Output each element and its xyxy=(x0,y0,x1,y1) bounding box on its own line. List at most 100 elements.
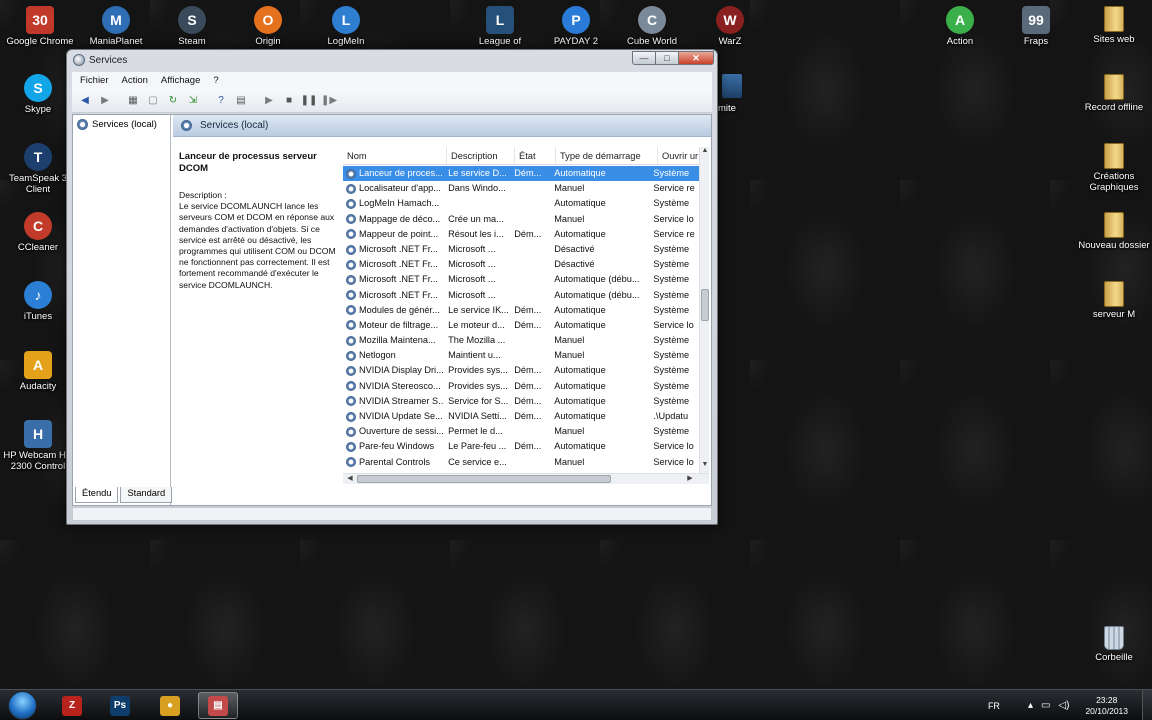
desktop-icon-ccleaner[interactable]: C CCleaner xyxy=(0,212,76,253)
desktop-icon-hp-webcam-hd-2300-control[interactable]: H HP Webcam HD 2300 Control xyxy=(0,420,76,472)
recycle-bin[interactable]: Corbeille xyxy=(1076,626,1152,663)
tab-etendu[interactable]: Étendu xyxy=(75,487,119,503)
scroll-down-icon[interactable]: ▼ xyxy=(700,461,709,471)
service-name: Microsoft .NET Fr... xyxy=(359,259,438,270)
table-row[interactable]: Mappeur de point... Résout les i... Dém...… xyxy=(343,227,699,242)
maximize-button[interactable]: □ xyxy=(655,51,679,65)
refresh-icon[interactable]: ↻ xyxy=(164,92,182,110)
taskbar-app-filezilla[interactable]: Z xyxy=(52,692,92,719)
desktop-icon-skype[interactable]: S Skype xyxy=(0,74,76,115)
cell-start: Automatique xyxy=(554,395,606,406)
scroll-right-icon[interactable]: ▶ xyxy=(685,474,695,484)
table-row[interactable]: Microsoft .NET Fr... Microsoft ... Automat… xyxy=(343,272,699,287)
table-row[interactable]: Moteur de filtrage... Le moteur d... Dém..… xyxy=(343,318,699,333)
forward-icon[interactable]: ▶ xyxy=(96,92,114,110)
vertical-scroll-thumb[interactable] xyxy=(701,289,709,321)
close-button[interactable]: ✕ xyxy=(678,51,714,65)
clock[interactable]: 23:28 20/10/2013 xyxy=(1085,695,1128,717)
desktop-icon-google-chrome[interactable]: 30 Google Chrome xyxy=(2,6,78,47)
column-header-name[interactable]: Nom xyxy=(343,147,447,164)
table-row[interactable]: Microsoft .NET Fr... Microsoft ... Automat… xyxy=(343,288,699,303)
desktop-icon-warz[interactable]: W WarZ xyxy=(692,6,768,47)
help-icon[interactable]: ? xyxy=(212,92,230,110)
table-row[interactable]: LogMeIn Hamach... Automatique Système xyxy=(343,196,699,211)
desktop-folder-record-offline[interactable]: Record offline xyxy=(1076,74,1152,113)
network-icon[interactable]: ▭ xyxy=(1041,700,1050,711)
desktop-icon-maniaplanet[interactable]: M ManiaPlanet xyxy=(78,6,154,47)
menu-affichage[interactable]: Affichage xyxy=(161,75,200,86)
desktop-icon-logmein[interactable]: L LogMeIn xyxy=(308,6,384,47)
stop-icon[interactable]: ■ xyxy=(280,92,298,110)
table-row[interactable]: Microsoft .NET Fr... Microsoft ... Désacti… xyxy=(343,257,699,272)
table-row[interactable]: Ouverture de sessi... Permet le d... Manue… xyxy=(343,424,699,439)
table-row[interactable]: NVIDIA Update Se... NVIDIA Setti... Dém...… xyxy=(343,409,699,424)
start-button[interactable] xyxy=(8,691,37,720)
desktop-icon-action[interactable]: A Action xyxy=(922,6,998,47)
table-row[interactable]: Mozilla Maintena... The Mozilla ... Manuel… xyxy=(343,333,699,348)
tray-arrow-icon[interactable]: ▴ xyxy=(1028,700,1033,711)
back-icon[interactable]: ◀ xyxy=(76,92,94,110)
table-row[interactable]: Pare-feu Windows Le Pare-feu ... Dém... Aut… xyxy=(343,439,699,454)
desktop-folder-nouveau-dossier[interactable]: Nouveau dossier xyxy=(1076,212,1152,251)
language-indicator[interactable]: FR xyxy=(988,701,1000,711)
taskbar-app-photoshop[interactable]: Ps xyxy=(100,692,140,719)
desktop-icon-teamspeak-3-client[interactable]: T TeamSpeak 3 Client xyxy=(0,143,76,195)
tree-item-services-local[interactable]: Services (local) xyxy=(77,119,157,130)
cell-state: Dém... xyxy=(514,441,542,452)
vertical-scrollbar[interactable]: ▲ ▼ xyxy=(699,147,709,473)
table-row[interactable]: Mappage de déco... Crée un ma... Manuel Ser… xyxy=(343,212,699,227)
column-header-state[interactable]: État xyxy=(515,147,556,164)
taskbar-app-chrome[interactable]: ● xyxy=(150,692,190,719)
column-header-description[interactable]: Description xyxy=(447,147,515,164)
view-icon[interactable]: ▤ xyxy=(232,92,250,110)
table-row[interactable]: Netlogon Maintient u... Manuel Système xyxy=(343,348,699,363)
partial-window-icon[interactable] xyxy=(722,74,742,98)
taskbar-app-services[interactable]: ▤ xyxy=(198,692,238,719)
desktop-icon-origin[interactable]: O Origin xyxy=(230,6,306,47)
properties-icon[interactable]: ▢ xyxy=(144,92,162,110)
tab-standard[interactable]: Standard xyxy=(120,487,173,503)
table-row[interactable]: Lanceur de proces... Le service D... Dém..… xyxy=(343,166,699,182)
desktop-icon-league-of[interactable]: L League of xyxy=(462,6,538,47)
horizontal-scroll-thumb[interactable] xyxy=(357,475,611,483)
table-row[interactable]: Parental Controls Ce service e... Manuel Se… xyxy=(343,455,699,470)
minimize-button[interactable]: — xyxy=(632,51,656,65)
ccleaner-icon: C xyxy=(24,212,52,240)
volume-icon[interactable]: ◁) xyxy=(1058,700,1069,711)
table-row[interactable]: NVIDIA Stereosco... Provides sys... Dém...… xyxy=(343,379,699,394)
title-bar[interactable]: Services — □ ✕ xyxy=(67,50,717,70)
menu-action[interactable]: Action xyxy=(122,75,148,86)
cell-start: Automatique xyxy=(554,228,606,239)
export-icon[interactable]: ⇲ xyxy=(184,92,202,110)
service-name: NVIDIA Streamer S... xyxy=(359,395,445,406)
desktop-icon-payday-2[interactable]: P PAYDAY 2 xyxy=(538,6,614,47)
show-desktop-button[interactable] xyxy=(1142,690,1152,720)
table-row[interactable]: Localisateur d'app... Dans Windo... Manuel… xyxy=(343,181,699,196)
play-icon[interactable]: ▶ xyxy=(260,92,278,110)
desktop-icon-steam[interactable]: S Steam xyxy=(154,6,230,47)
table-row[interactable]: NVIDIA Display Dri... Provides sys... Dém.… xyxy=(343,363,699,378)
cell-desc: Crée un ma... xyxy=(448,213,504,224)
table-row[interactable]: Microsoft .NET Fr... Microsoft ... Désacti… xyxy=(343,242,699,257)
cell-open: Système xyxy=(653,335,690,346)
service-name: Mozilla Maintena... xyxy=(359,335,436,346)
horizontal-scrollbar[interactable]: ◀ ▶ xyxy=(343,473,709,484)
desktop-icon-audacity[interactable]: A Audacity xyxy=(0,351,76,392)
desktop-icon-cube-world[interactable]: C Cube World xyxy=(614,6,690,47)
scroll-up-icon[interactable]: ▲ xyxy=(700,147,709,157)
desktop-folder-creations-graphiques[interactable]: Créations Graphiques xyxy=(1076,143,1152,193)
restart-icon[interactable]: ❚▶ xyxy=(320,92,338,110)
scroll-left-icon[interactable]: ◀ xyxy=(345,474,355,484)
column-header-startup-type[interactable]: Type de démarrage xyxy=(556,147,658,164)
table-row[interactable]: Modules de génér... Le service IK... Dém..… xyxy=(343,303,699,318)
table-row[interactable]: NVIDIA Streamer S... Service for S... Dém.… xyxy=(343,394,699,409)
pause-icon[interactable]: ❚❚ xyxy=(300,92,318,110)
desktop-icon-fraps[interactable]: 99 Fraps xyxy=(998,6,1074,47)
desktop-icon-sites-web[interactable]: Sites web xyxy=(1076,6,1152,45)
desktop-icon-itunes[interactable]: ♪ iTunes xyxy=(0,281,76,322)
console-icon[interactable]: ▦ xyxy=(124,92,142,110)
desktop-folder-serveur-m[interactable]: serveur M xyxy=(1076,281,1152,320)
menu-fichier[interactable]: Fichier xyxy=(80,75,109,86)
cell-start: Manuel xyxy=(554,426,585,437)
menu-help[interactable]: ? xyxy=(213,75,218,86)
